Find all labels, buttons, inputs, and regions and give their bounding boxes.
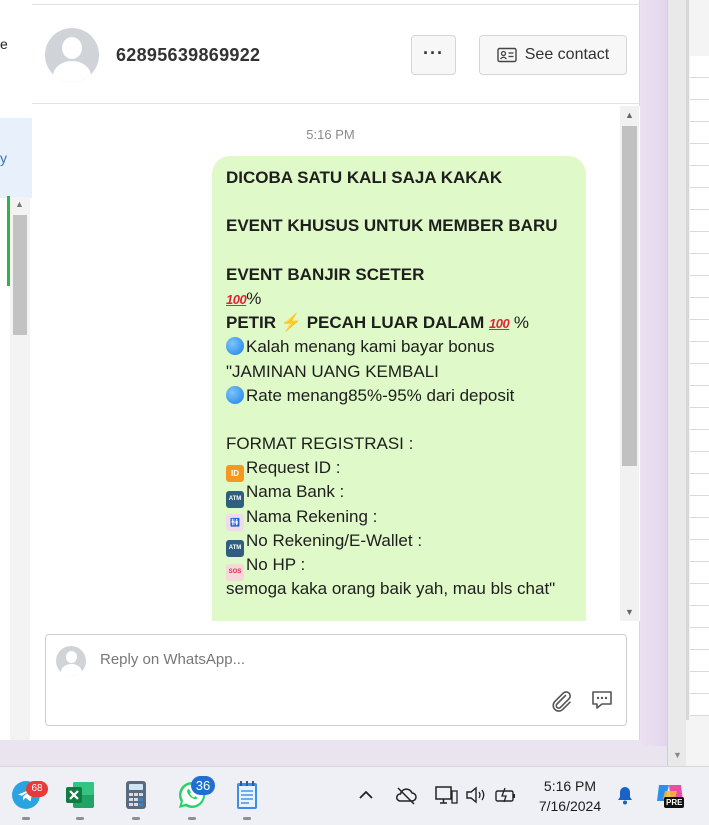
- reply-composer[interactable]: [45, 634, 627, 726]
- message-line: EVENT KHUSUS UNTUK MEMBER BARU: [226, 216, 558, 236]
- more-horizontal-icon: ···: [423, 43, 444, 63]
- more-options-button[interactable]: ···: [411, 35, 456, 75]
- scrollbar-thumb[interactable]: [13, 215, 27, 335]
- clock-date: 7/16/2024: [538, 798, 602, 814]
- calculator-icon[interactable]: [120, 779, 152, 811]
- battery-icon[interactable]: [493, 783, 519, 807]
- running-indicator: [22, 817, 30, 820]
- background-scrollbar[interactable]: ▼: [668, 0, 686, 766]
- message-line: Kalah menang kami bayar bonus: [226, 335, 572, 359]
- notepad-icon[interactable]: [231, 779, 263, 811]
- copilot-icon[interactable]: PRE: [655, 781, 687, 811]
- background-spreadsheet-window: ▼: [667, 0, 709, 766]
- contact-card-icon: [497, 47, 517, 63]
- scroll-down-arrow-icon[interactable]: ▼: [625, 607, 634, 617]
- left-scrollbar[interactable]: ▲: [10, 197, 30, 740]
- chevron-up-icon[interactable]: [355, 783, 377, 807]
- message-timestamp: 5:16 PM: [306, 127, 355, 142]
- message-line: EVENT BANJIR SCETER: [226, 264, 425, 284]
- running-indicator: [243, 817, 251, 820]
- message-line-blank: [226, 408, 572, 432]
- clock-time: 5:16 PM: [543, 778, 597, 794]
- system-clock[interactable]: 5:16 PM 7/16/2024: [530, 776, 610, 816]
- scroll-down-arrow-icon[interactable]: ▼: [673, 750, 682, 760]
- spreadsheet-grid: [690, 56, 709, 716]
- user-avatar: [56, 646, 86, 676]
- chat-scrollbar[interactable]: ▲ ▼: [620, 106, 639, 621]
- see-contact-button[interactable]: See contact: [479, 35, 627, 75]
- chat-panel: 62895639869922 ··· See contact 5:16 PM D…: [32, 0, 640, 740]
- message-line: ATM No Rekening/E-Wallet :: [226, 529, 572, 557]
- scroll-up-arrow-icon[interactable]: ▲: [625, 110, 634, 120]
- chat-header: 62895639869922 ··· See contact: [32, 4, 640, 104]
- running-indicator: [132, 817, 140, 820]
- network-icon[interactable]: [433, 783, 459, 807]
- excel-icon[interactable]: [64, 779, 96, 811]
- message-line: Rate menang85%-95% dari deposit: [226, 384, 572, 408]
- lightning-icon: ⚡: [280, 313, 302, 333]
- running-indicator: [188, 817, 196, 820]
- paperclip-icon[interactable]: [549, 689, 573, 713]
- message-line-blank: [226, 239, 572, 263]
- incoming-message-bubble: DICOBA SATU KALI SAJA KAKAK EVENT KHUSUS…: [212, 156, 586, 621]
- running-indicator: [76, 817, 84, 820]
- hundred-points-icon: 100: [488, 316, 510, 332]
- see-contact-label: See contact: [524, 46, 610, 63]
- contact-name: 62895639869922: [116, 45, 261, 65]
- bell-icon[interactable]: [614, 783, 636, 807]
- message-line: semoga kaka orang baik yah, mau bls chat…: [226, 579, 556, 599]
- message-line: PETIR ⚡ PECAH LUAR DALAM 100 %: [226, 313, 530, 333]
- message-line: FORMAT REGISTRASI :: [226, 434, 414, 454]
- whatsapp-unread-badge: 36: [191, 776, 215, 795]
- cut-off-link-text[interactable]: y: [0, 150, 7, 166]
- scroll-up-arrow-icon[interactable]: ▲: [15, 199, 24, 209]
- message-list: 5:16 PM DICOBA SATU KALI SAJA KAKAK EVEN…: [32, 106, 640, 621]
- volume-icon[interactable]: [463, 783, 489, 807]
- scrollbar-thumb[interactable]: [622, 126, 637, 466]
- message-line: DICOBA SATU KALI SAJA KAKAK: [226, 168, 503, 187]
- hundred-points-icon: 100: [226, 291, 247, 307]
- message-line: SOS No HP :: [226, 553, 572, 581]
- message-line: 🚻 Nama Rekening :: [226, 505, 572, 531]
- message-line: ID Request ID :: [226, 456, 572, 483]
- cloud-offline-icon[interactable]: [393, 783, 419, 807]
- left-conversation-list: e y ▲: [0, 0, 33, 740]
- reply-input[interactable]: [100, 651, 580, 668]
- preview-label: PRE: [664, 797, 685, 808]
- background-desktop: [640, 0, 667, 746]
- telegram-unread-badge: 68: [26, 781, 48, 797]
- message-line: 100%: [226, 288, 262, 308]
- contact-avatar: [45, 28, 99, 82]
- message-line: ATM Nama Bank :: [226, 480, 572, 509]
- message-line-blank: [226, 190, 572, 214]
- message-line: "JAMINAN UANG KEMBALI: [226, 361, 439, 381]
- cut-off-text: e: [0, 36, 8, 52]
- blue-circle-icon: [226, 385, 244, 404]
- blue-circle-icon: [226, 337, 244, 356]
- comment-icon[interactable]: [590, 688, 614, 712]
